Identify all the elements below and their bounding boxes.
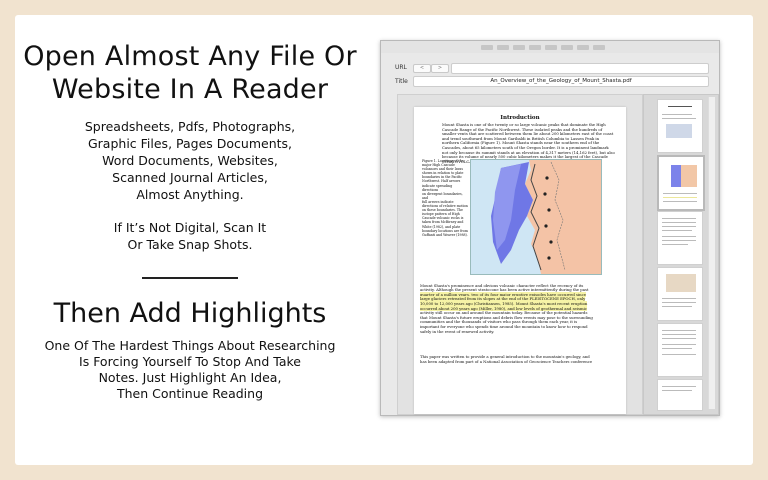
highlighted-passage[interactable]: quarter of a million years, two of its f… (420, 291, 588, 311)
highlight-note: One Of The Hardest Things About Research… (44, 338, 336, 401)
figure-map (470, 159, 602, 275)
pdf-page: Introduction Mount Shasta is one of the … (414, 107, 626, 414)
thumbnail-page-4[interactable] (657, 267, 703, 321)
window-toolbar (381, 41, 719, 53)
url-field[interactable] (451, 63, 709, 74)
paragraph-2-start: Mount Shasta's prominence and obvious vo… (420, 282, 589, 293)
paragraph-2-end: activity still occur on and around the m… (420, 310, 593, 334)
toolbar-button[interactable] (561, 45, 573, 50)
file-types-list: Spreadsheets, Pdfs, Photographs, Graphic… (84, 119, 296, 202)
title-field[interactable]: An_Overview_of_the_Geology_of_Mount_Shas… (413, 76, 709, 87)
thumbnail-page-3[interactable] (657, 211, 703, 265)
headline-open-files: Open Almost Any File Or Website In A Rea… (23, 41, 357, 105)
toolbar-button[interactable] (545, 45, 557, 50)
reader-window: URL < > Title An_Overview_of_the_Geology… (380, 40, 720, 416)
thumbnail-page-2[interactable] (657, 155, 705, 211)
figure-caption: Figure 1. Locations of the major High Ca… (422, 159, 468, 237)
map-graphic (471, 160, 601, 274)
scan-note: If It’s Not Digital, Scan It Or Take Sna… (113, 220, 267, 252)
url-label: URL (395, 64, 407, 71)
toolbar-button[interactable] (497, 45, 509, 50)
thumbnail-page-1[interactable] (657, 99, 703, 153)
doc-paragraph-2: Mount Shasta's prominence and obvious vo… (420, 279, 620, 334)
thumbnail-scrollbar[interactable] (708, 97, 715, 409)
document-viewer[interactable]: Introduction Mount Shasta is one of the … (397, 94, 643, 415)
toolbar-button[interactable] (593, 45, 605, 50)
thumbnail-page-6[interactable] (657, 379, 703, 411)
divider (142, 277, 238, 279)
back-button[interactable]: < (413, 64, 431, 73)
page-thumbnails (643, 94, 719, 415)
title-value: An_Overview_of_the_Geology_of_Mount_Shas… (490, 78, 632, 84)
thumbnail-page-5[interactable] (657, 323, 703, 377)
toolbar-button[interactable] (529, 45, 541, 50)
forward-button[interactable]: > (431, 64, 449, 73)
doc-heading: Introduction (500, 115, 540, 121)
toolbar-button[interactable] (481, 45, 493, 50)
doc-paragraph-3: This paper was written to provide a gene… (420, 354, 593, 364)
title-label: Title (395, 78, 408, 85)
toolbar-button[interactable] (577, 45, 589, 50)
marketing-text: Open Almost Any File Or Website In A Rea… (15, 40, 365, 402)
toolbar-button[interactable] (513, 45, 525, 50)
headline-highlights: Then Add Highlights (53, 298, 327, 329)
